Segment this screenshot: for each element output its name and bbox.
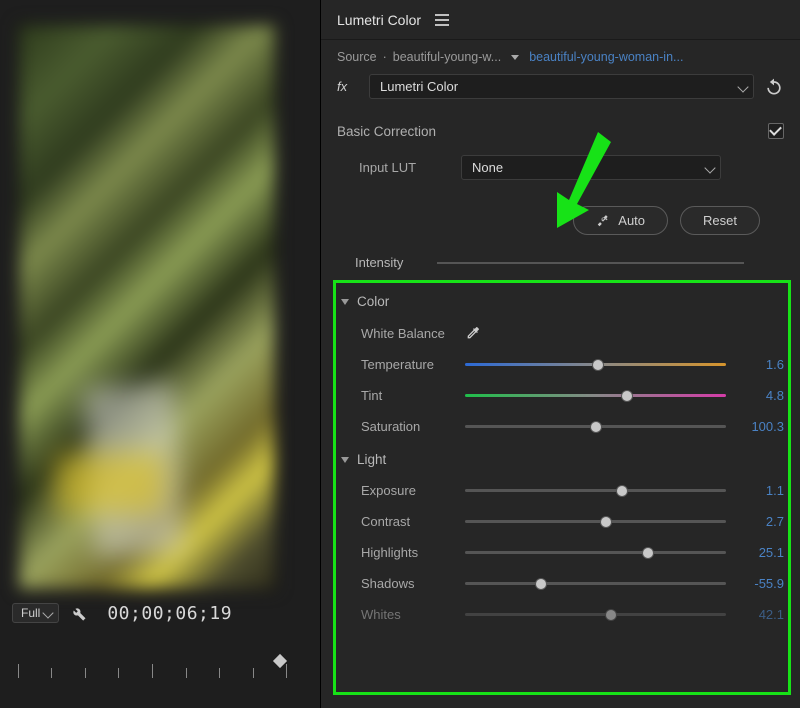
reset-effect-icon[interactable]	[764, 77, 784, 97]
whites-value[interactable]: 42.1	[736, 607, 784, 622]
saturation-label: Saturation	[361, 419, 455, 434]
timecode-display[interactable]: 00;00;06;19	[107, 603, 232, 624]
slider-thumb[interactable]	[621, 390, 633, 402]
preview-scale-label: Full	[21, 606, 40, 620]
source-name[interactable]: beautiful-young-w...	[393, 50, 501, 64]
color-header: Color	[357, 294, 389, 309]
slider-thumb[interactable]	[590, 421, 602, 433]
panel-menu-icon[interactable]	[435, 14, 449, 26]
highlights-label: Highlights	[361, 545, 455, 560]
reset-button-label: Reset	[703, 213, 737, 228]
tint-slider[interactable]	[465, 394, 726, 397]
reset-button[interactable]: Reset	[680, 206, 760, 235]
auto-button-label: Auto	[618, 213, 645, 228]
whites-slider[interactable]	[465, 613, 726, 616]
magic-wand-icon	[596, 214, 610, 228]
slider-thumb[interactable]	[642, 547, 654, 559]
video-preview[interactable]	[18, 24, 276, 590]
preview-scale-select[interactable]: Full	[12, 603, 59, 623]
highlights-slider[interactable]	[465, 551, 726, 554]
temperature-slider[interactable]	[465, 363, 726, 366]
color-section-toggle[interactable]: Color	[321, 284, 800, 317]
saturation-value[interactable]: 100.3	[736, 419, 784, 434]
clip-link[interactable]: beautiful-young-woman-in...	[529, 50, 683, 64]
tint-value[interactable]: 4.8	[736, 388, 784, 403]
fx-badge-icon[interactable]: fx	[337, 79, 359, 94]
contrast-label: Contrast	[361, 514, 455, 529]
white-balance-label: White Balance	[361, 326, 455, 341]
timeline-markers[interactable]	[12, 648, 292, 678]
slider-thumb[interactable]	[535, 578, 547, 590]
chevron-down-icon	[341, 457, 349, 463]
saturation-slider[interactable]	[465, 425, 726, 428]
slider-thumb[interactable]	[616, 485, 628, 497]
shadows-value[interactable]: -55.9	[736, 576, 784, 591]
input-lut-label: Input LUT	[359, 160, 449, 175]
exposure-label: Exposure	[361, 483, 455, 498]
chevron-down-icon	[737, 81, 748, 92]
contrast-slider[interactable]	[465, 520, 726, 523]
wrench-icon[interactable]	[69, 604, 87, 622]
basic-correction-toggle[interactable]	[768, 123, 784, 139]
eyedropper-icon[interactable]	[465, 325, 481, 341]
slider-thumb[interactable]	[592, 359, 604, 371]
contrast-value[interactable]: 2.7	[736, 514, 784, 529]
slider-thumb[interactable]	[600, 516, 612, 528]
slider-thumb[interactable]	[605, 609, 617, 621]
exposure-value[interactable]: 1.1	[736, 483, 784, 498]
chevron-down-icon[interactable]	[511, 55, 519, 60]
light-header: Light	[357, 452, 386, 467]
preview-panel: Full 00;00;06;19	[0, 0, 320, 708]
highlights-value[interactable]: 25.1	[736, 545, 784, 560]
temperature-value[interactable]: 1.6	[736, 357, 784, 372]
source-prefix: Source	[337, 50, 377, 64]
basic-correction-header[interactable]: Basic Correction	[337, 124, 436, 139]
input-lut-value: None	[472, 160, 503, 175]
input-lut-select[interactable]: None	[461, 155, 721, 180]
tint-label: Tint	[361, 388, 455, 403]
light-section-toggle[interactable]: Light	[321, 442, 800, 475]
intensity-slider[interactable]	[437, 262, 744, 264]
lumetri-panel: Lumetri Color Source · beautiful-young-w…	[320, 0, 800, 708]
auto-button[interactable]: Auto	[573, 206, 668, 235]
shadows-slider[interactable]	[465, 582, 726, 585]
effect-select[interactable]: Lumetri Color	[369, 74, 754, 99]
intensity-label: Intensity	[355, 255, 425, 270]
shadows-label: Shadows	[361, 576, 455, 591]
chevron-down-icon	[43, 607, 54, 618]
exposure-slider[interactable]	[465, 489, 726, 492]
whites-label: Whites	[361, 607, 455, 622]
temperature-label: Temperature	[361, 357, 455, 372]
effect-name: Lumetri Color	[380, 79, 458, 94]
chevron-down-icon	[341, 299, 349, 305]
chevron-down-icon	[704, 162, 715, 173]
panel-title: Lumetri Color	[337, 12, 421, 28]
